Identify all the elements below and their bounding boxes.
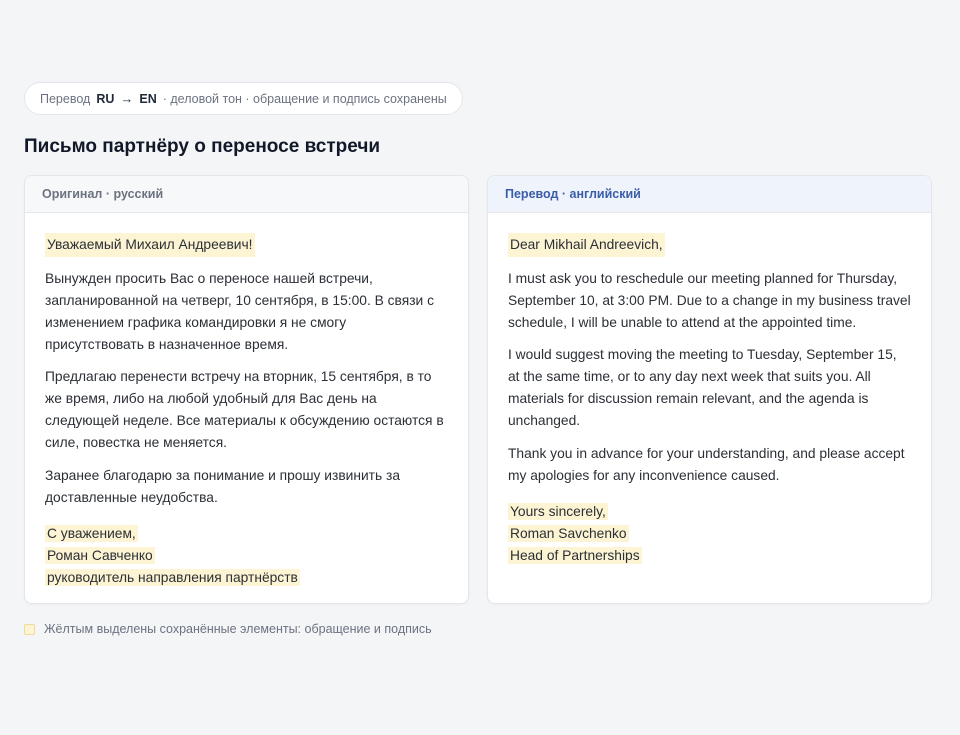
translation-signature-title: Head of Partnerships	[508, 546, 642, 564]
translation-panel: Перевод · английский Dear Mikhail Andree…	[487, 175, 932, 604]
translation-prefix: Перевод	[40, 91, 91, 106]
original-panel-header: Оригинал · русский	[25, 176, 468, 213]
original-signature-name: Роман Савченко	[45, 546, 155, 564]
original-signature-closing: С уважением,	[45, 524, 138, 542]
original-letter-body: Уважаемый Михаил Андреевич! Вынужден про…	[25, 213, 468, 589]
translation-signature-name: Roman Savchenko	[508, 524, 629, 542]
original-paragraph: Вынужден просить Вас о переносе нашей вс…	[45, 270, 434, 352]
original-panel: Оригинал · русский Уважаемый Михаил Андр…	[24, 175, 469, 604]
translation-panel-header: Перевод · английский	[488, 176, 931, 213]
translation-paragraph: I would suggest moving the meeting to Tu…	[508, 347, 897, 428]
highlight-legend-text: Жёлтым выделены сохранённые элементы: об…	[44, 622, 432, 636]
translation-letter-body: Dear Mikhail Andreevich, I must ask you …	[488, 213, 931, 567]
original-signature-title: руководитель направления партнёрств	[45, 568, 300, 586]
original-greeting: Уважаемый Михаил Андреевич!	[45, 233, 255, 257]
translation-greeting: Dear Mikhail Andreevich,	[508, 233, 665, 257]
translation-info-pill: Перевод RU → EN · деловой тон · обращени…	[24, 82, 463, 115]
original-paragraph: Предлагаю перенести встречу на вторник, …	[45, 369, 444, 450]
original-signature: С уважением, Роман Савченко руководитель…	[45, 523, 448, 589]
highlight-swatch-icon	[24, 623, 35, 635]
translation-paragraph: I must ask you to reschedule our meeting…	[508, 270, 911, 330]
source-language: RU	[96, 91, 115, 106]
page-title: Письмо партнёру о переносе встречи	[24, 136, 381, 157]
highlight-legend: Жёлтым выделены сохранённые элементы: об…	[24, 622, 432, 636]
original-paragraph: Заранее благодарю за понимание и прошу и…	[45, 467, 401, 505]
target-language: EN	[139, 91, 157, 106]
translation-signature-closing: Yours sincerely,	[508, 502, 608, 520]
translation-details: · деловой тон · обращение и подпись сохр…	[162, 91, 447, 106]
arrow-right-icon: →	[120, 91, 134, 106]
translation-signature: Yours sincerely, Roman Savchenko Head of…	[508, 501, 911, 567]
translation-paragraph: Thank you in advance for your understand…	[508, 445, 905, 483]
